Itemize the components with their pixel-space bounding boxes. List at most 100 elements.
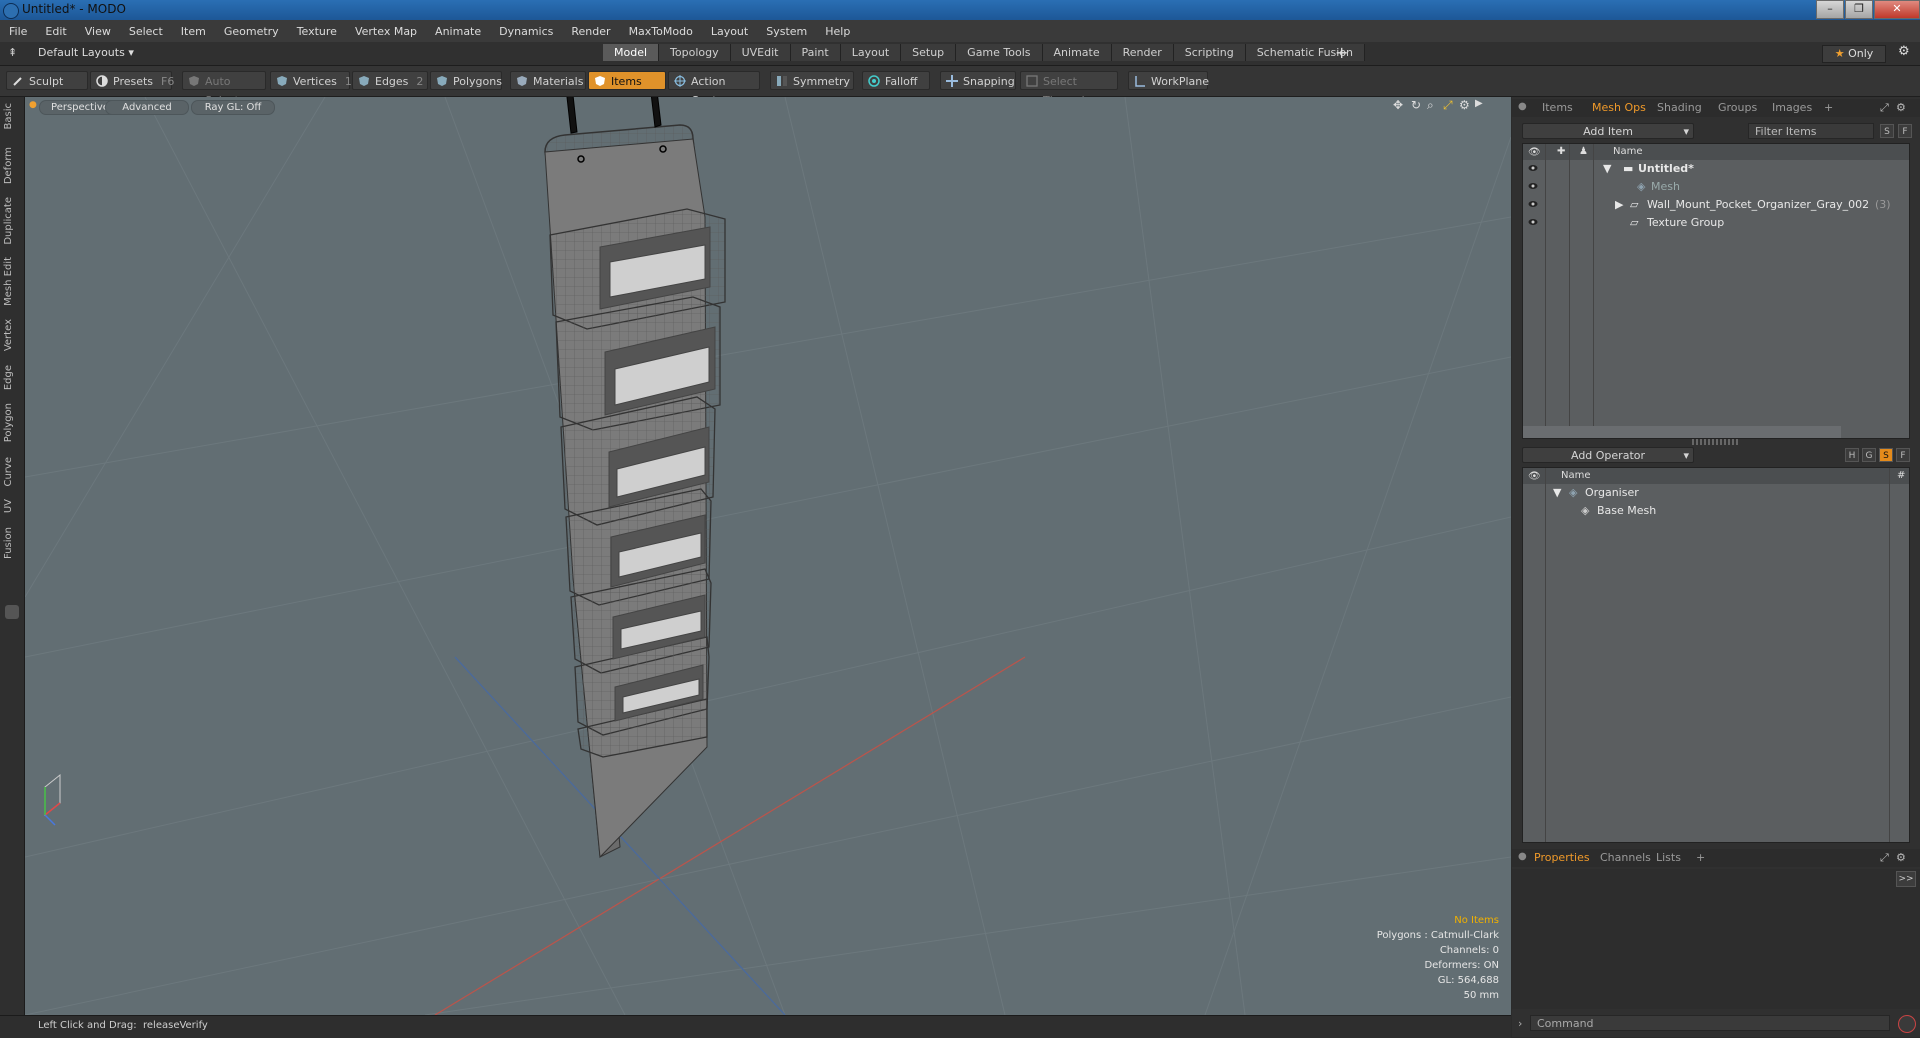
panel-menu-icon[interactable]: ● <box>1518 851 1527 862</box>
vtab-polygon[interactable]: Polygon <box>3 403 21 442</box>
tab-paint[interactable]: Paint <box>790 44 841 61</box>
menu-texture[interactable]: Texture <box>288 25 346 38</box>
menu-render[interactable]: Render <box>562 25 619 38</box>
add-operator-button[interactable]: Add Operator ▾ <box>1522 447 1694 463</box>
expand-arrow-icon[interactable]: ▼ <box>1553 484 1561 501</box>
eye-icon[interactable] <box>1528 181 1538 191</box>
viewport-menu-icon[interactable]: ● <box>29 100 37 110</box>
3d-viewport[interactable]: ● Perspective Advanced Ray GL: Off ✥ ↻ ⌕… <box>25 97 1511 1015</box>
tab-images[interactable]: Images <box>1772 101 1812 114</box>
menu-select[interactable]: Select <box>120 25 172 38</box>
workplane-button[interactable]: WorkPlane <box>1128 71 1209 90</box>
layout-pin-icon[interactable]: ⇞ <box>8 46 17 59</box>
menu-file[interactable]: File <box>0 25 36 38</box>
move-view-icon[interactable]: ✥ <box>1393 98 1403 112</box>
tab-model[interactable]: Model <box>603 44 660 61</box>
auto-select-button[interactable]: Auto Select <box>182 71 266 107</box>
falloff-button[interactable]: Falloff <box>862 71 930 90</box>
tab-uvedit[interactable]: UVEdit <box>730 44 791 61</box>
panel-settings-icon[interactable]: ⚙ <box>1896 851 1906 864</box>
close-button[interactable]: ✕ <box>1874 0 1920 19</box>
only-toggle[interactable]: ★ Only <box>1822 45 1886 63</box>
vtab-fusion[interactable]: Fusion <box>3 527 21 559</box>
panel-resize-handle[interactable] <box>1692 439 1738 445</box>
list-item[interactable]: ◈ Base Mesh <box>1523 502 1909 519</box>
add-panel-tab[interactable]: + <box>1696 851 1705 864</box>
menu-item[interactable]: Item <box>172 25 215 38</box>
panel-expand-icon[interactable]: ⤢ <box>1880 851 1889 865</box>
tab-scripting[interactable]: Scripting <box>1173 44 1246 61</box>
expand-properties-button[interactable]: >> <box>1896 871 1916 887</box>
list-item[interactable]: ▶ ▱ Wall_Mount_Pocket_Organizer_Gray_002… <box>1523 196 1909 213</box>
list-item[interactable]: ▼ ◈ Organiser <box>1523 484 1909 501</box>
panel-menu-icon[interactable]: ● <box>1518 101 1527 112</box>
gear-icon[interactable]: ⚙ <box>1898 44 1910 59</box>
expand-arrow-icon[interactable]: ▼ <box>1603 160 1611 177</box>
h-toggle[interactable]: H <box>1845 448 1859 462</box>
list-item[interactable]: ◈ Mesh <box>1523 178 1909 195</box>
left-strip-toggle[interactable] <box>5 605 19 619</box>
items-button[interactable]: Items <box>588 71 666 90</box>
tab-layout[interactable]: Layout <box>840 44 902 61</box>
materials-button[interactable]: Materials <box>510 71 586 90</box>
zoom-view-icon[interactable]: ⌕ <box>1427 98 1434 113</box>
menu-system[interactable]: System <box>757 25 816 38</box>
advanced-dropdown[interactable]: Advanced <box>105 100 189 115</box>
menu-help[interactable]: Help <box>816 25 859 38</box>
tab-channels[interactable]: Channels <box>1600 851 1651 864</box>
menu-layout[interactable]: Layout <box>702 25 757 38</box>
list-item[interactable]: ▼ ▬ Untitled* <box>1523 160 1909 177</box>
tab-properties[interactable]: Properties <box>1534 851 1590 864</box>
polygons-button[interactable]: Polygons <box>430 71 502 90</box>
viewport-settings-icon[interactable]: ⚙ <box>1459 98 1470 112</box>
eye-icon[interactable] <box>1528 199 1538 209</box>
maximize-button[interactable]: ❐ <box>1845 0 1873 19</box>
tab-animate[interactable]: Animate <box>1042 44 1112 61</box>
menu-dynamics[interactable]: Dynamics <box>490 25 562 38</box>
menu-view[interactable]: View <box>76 25 120 38</box>
menu-animate[interactable]: Animate <box>426 25 490 38</box>
raygl-toggle[interactable]: Ray GL: Off <box>191 100 275 115</box>
add-item-button[interactable]: Add Item ▾ <box>1522 123 1694 139</box>
command-input[interactable]: Command <box>1530 1015 1890 1031</box>
panel-settings-icon[interactable]: ⚙ <box>1896 101 1906 114</box>
edges-button[interactable]: Edges 2 <box>352 71 428 90</box>
vtab-uv[interactable]: UV <box>3 499 21 513</box>
expand-arrow-icon[interactable]: ▶ <box>1615 196 1623 213</box>
menu-edit[interactable]: Edit <box>36 25 75 38</box>
eye-icon[interactable] <box>1528 217 1538 227</box>
tab-mesh-ops[interactable]: Mesh Ops <box>1592 101 1646 114</box>
vtab-curve[interactable]: Curve <box>3 457 21 487</box>
tab-lists[interactable]: Lists <box>1656 851 1681 864</box>
s-toggle-active[interactable]: S <box>1879 448 1893 462</box>
vtab-deform[interactable]: Deform <box>3 147 21 184</box>
minimize-button[interactable]: – <box>1816 0 1844 19</box>
tab-groups[interactable]: Groups <box>1718 101 1757 114</box>
menu-geometry[interactable]: Geometry <box>215 25 288 38</box>
tab-setup[interactable]: Setup <box>901 44 957 61</box>
tab-shading[interactable]: Shading <box>1657 101 1702 114</box>
panel-expand-icon[interactable]: ⤢ <box>1880 101 1889 115</box>
eye-icon[interactable] <box>1528 163 1538 173</box>
vtab-mesh-edit[interactable]: Mesh Edit <box>3 257 21 306</box>
tab-game-tools[interactable]: Game Tools <box>956 44 1043 61</box>
snapping-button[interactable]: Snapping <box>940 71 1016 90</box>
f-toggle[interactable]: F <box>1898 124 1912 138</box>
presets-button[interactable]: Presets F6 <box>90 71 174 90</box>
tab-topology[interactable]: Topology <box>659 44 731 61</box>
fit-view-icon[interactable]: ⤢ <box>1443 98 1453 113</box>
filter-items-input[interactable]: Filter Items <box>1748 123 1874 139</box>
f-toggle[interactable]: F <box>1896 448 1910 462</box>
menu-maxtomodo[interactable]: MaxToModo <box>620 25 702 38</box>
default-layouts-dropdown[interactable]: Default Layouts ▾ <box>38 46 134 59</box>
vtab-basic[interactable]: Basic <box>3 103 21 129</box>
add-tab-button[interactable]: + <box>1335 43 1348 62</box>
menu-vertex-map[interactable]: Vertex Map <box>346 25 426 38</box>
vtab-edge[interactable]: Edge <box>3 365 21 390</box>
vtab-vertex[interactable]: Vertex <box>3 319 21 351</box>
symmetry-button[interactable]: Symmetry <box>770 71 854 90</box>
s-toggle[interactable]: S <box>1880 124 1894 138</box>
record-icon[interactable] <box>1898 1015 1916 1033</box>
list-item[interactable]: ▱ Texture Group <box>1523 214 1909 231</box>
viewport-expand-icon[interactable]: ▶ <box>1475 98 1483 109</box>
